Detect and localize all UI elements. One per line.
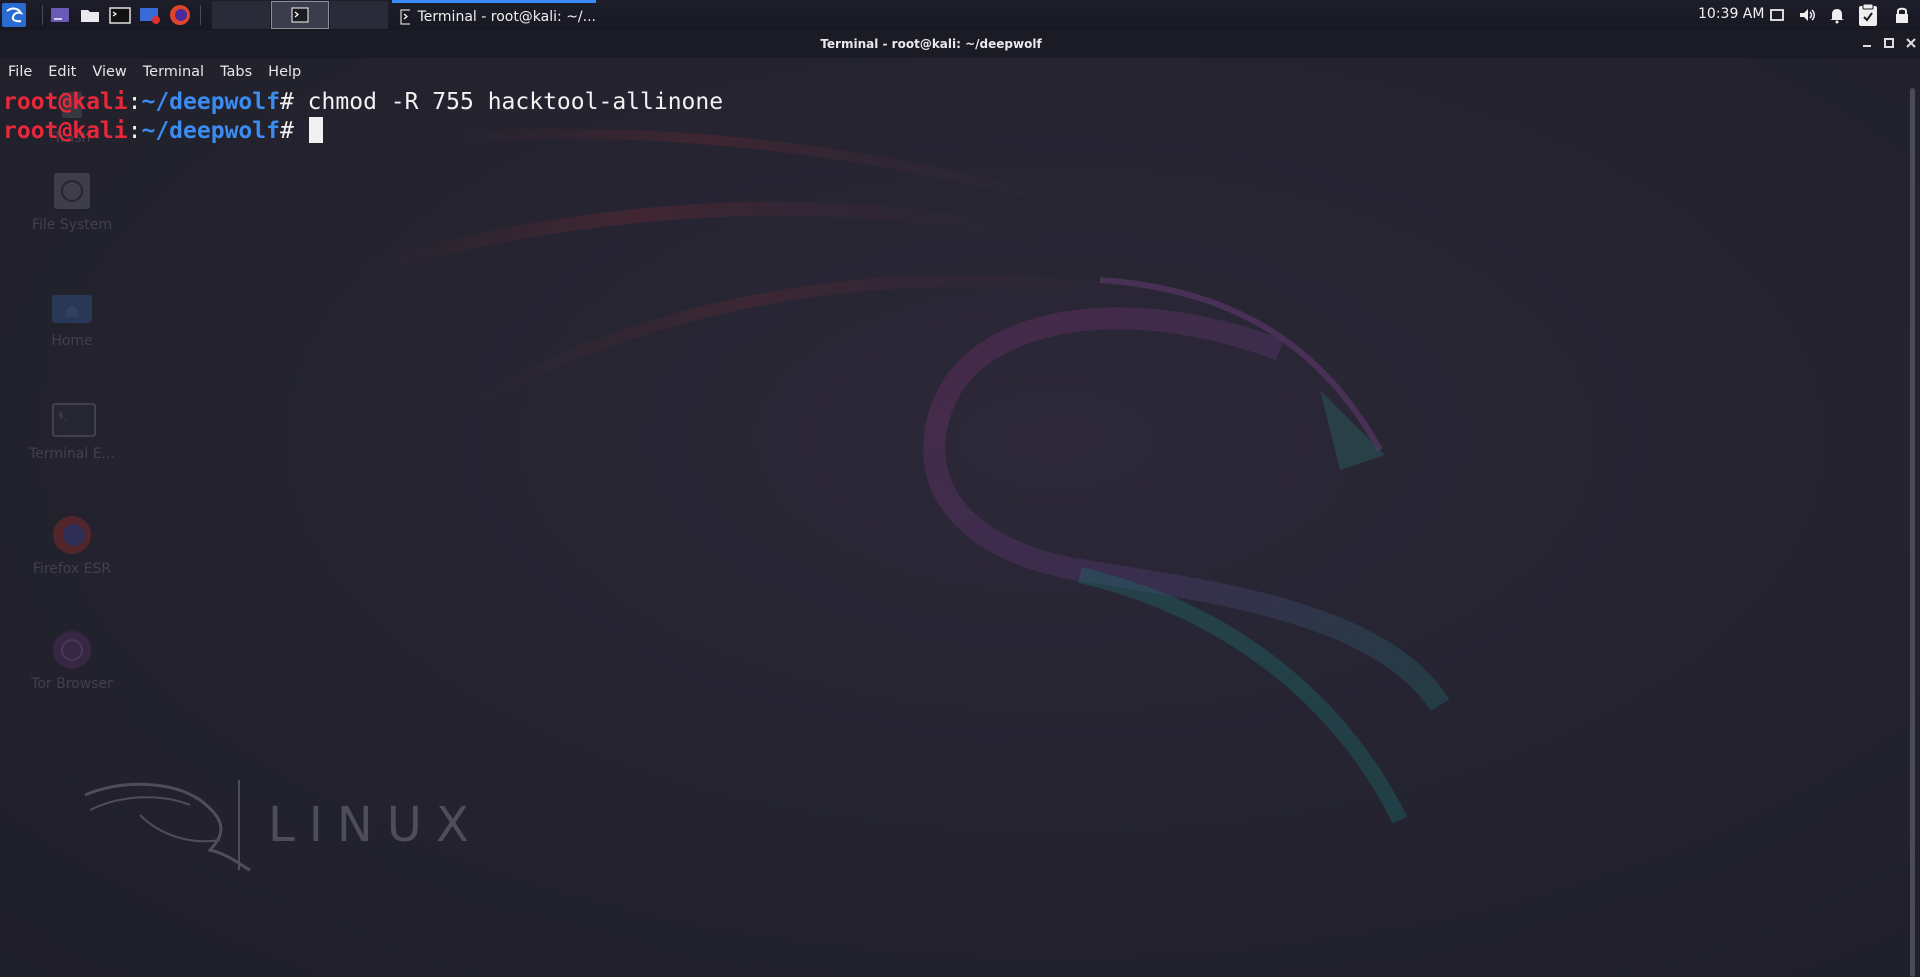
notification-bell-icon[interactable] bbox=[1828, 6, 1846, 24]
panel-separator bbox=[200, 5, 201, 25]
prompt-hash: # bbox=[279, 89, 294, 115]
menu-terminal[interactable]: Terminal bbox=[143, 64, 204, 80]
close-button[interactable] bbox=[1902, 34, 1920, 52]
desktop-icon bbox=[51, 8, 69, 22]
prompt-path: ~/deepwolf bbox=[141, 89, 280, 115]
terminal-launcher-button[interactable] bbox=[108, 3, 132, 27]
terminal-line: root@kali:~/deepwolf# chmod -R 755 hackt… bbox=[3, 88, 1906, 117]
terminal-scrollbar[interactable] bbox=[1910, 88, 1915, 977]
terminal-icon bbox=[400, 8, 410, 25]
window-titlebar[interactable]: Terminal - root@kali: ~/deepwolf bbox=[0, 30, 1920, 58]
firefox-icon bbox=[170, 5, 190, 25]
minimize-icon bbox=[1863, 45, 1871, 47]
terminal-line: root@kali:~/deepwolf# bbox=[3, 117, 1906, 146]
screen-tool-button[interactable] bbox=[138, 3, 162, 27]
prompt-colon: : bbox=[127, 89, 142, 115]
firefox-launcher-button[interactable] bbox=[168, 3, 192, 27]
maximize-button[interactable] bbox=[1880, 34, 1898, 52]
minimize-button[interactable] bbox=[1858, 34, 1876, 52]
text-cursor bbox=[308, 117, 323, 143]
menu-file[interactable]: File bbox=[8, 64, 32, 80]
screen-recorder-icon bbox=[140, 8, 160, 24]
workspace-3[interactable] bbox=[330, 1, 388, 29]
command-text bbox=[294, 118, 308, 144]
kali-dragon-icon bbox=[6, 7, 24, 23]
clipboard-icon[interactable] bbox=[1857, 3, 1879, 27]
command-text: chmod -R 755 hacktool-allinone bbox=[293, 89, 724, 115]
menu-tabs[interactable]: Tabs bbox=[220, 64, 252, 80]
terminal-icon bbox=[291, 7, 309, 23]
clock[interactable]: 10:39 AM bbox=[1698, 6, 1764, 22]
window-title: Terminal - root@kali: ~/deepwolf bbox=[820, 37, 1042, 51]
terminal-menubar: File Edit View Terminal Tabs Help bbox=[0, 58, 1920, 86]
prompt-user: root@kali bbox=[3, 89, 128, 115]
prompt-path: ~/deepwolf bbox=[141, 118, 280, 144]
workspace-1[interactable] bbox=[212, 1, 270, 29]
menu-view[interactable]: View bbox=[92, 64, 126, 80]
taskbar-terminal-window[interactable]: Terminal - root@kali: ~/... bbox=[392, 0, 596, 30]
show-desktop-button[interactable] bbox=[48, 3, 72, 27]
taskbar-window-title: Terminal - root@kali: ~/... bbox=[417, 8, 596, 25]
terminal-output[interactable]: root@kali:~/deepwolf# chmod -R 755 hackt… bbox=[0, 86, 1906, 977]
top-panel: Terminal - root@kali: ~/... 10:39 AM bbox=[0, 0, 1920, 30]
close-icon bbox=[1906, 38, 1916, 48]
workspace-2-active[interactable] bbox=[271, 1, 329, 29]
maximize-icon bbox=[1884, 38, 1894, 48]
menu-edit[interactable]: Edit bbox=[48, 64, 76, 80]
prompt-hash: # bbox=[279, 118, 294, 144]
folder-icon bbox=[81, 10, 99, 22]
terminal-icon bbox=[109, 7, 131, 24]
prompt-user: root@kali bbox=[3, 118, 128, 144]
file-manager-button[interactable] bbox=[78, 3, 102, 27]
volume-icon[interactable] bbox=[1798, 6, 1816, 24]
display-icon[interactable] bbox=[1768, 6, 1786, 24]
lock-icon[interactable] bbox=[1893, 6, 1911, 24]
menu-help[interactable]: Help bbox=[268, 64, 301, 80]
kali-menu-button[interactable] bbox=[2, 3, 26, 27]
prompt-colon: : bbox=[127, 118, 142, 144]
panel-separator bbox=[42, 5, 43, 25]
